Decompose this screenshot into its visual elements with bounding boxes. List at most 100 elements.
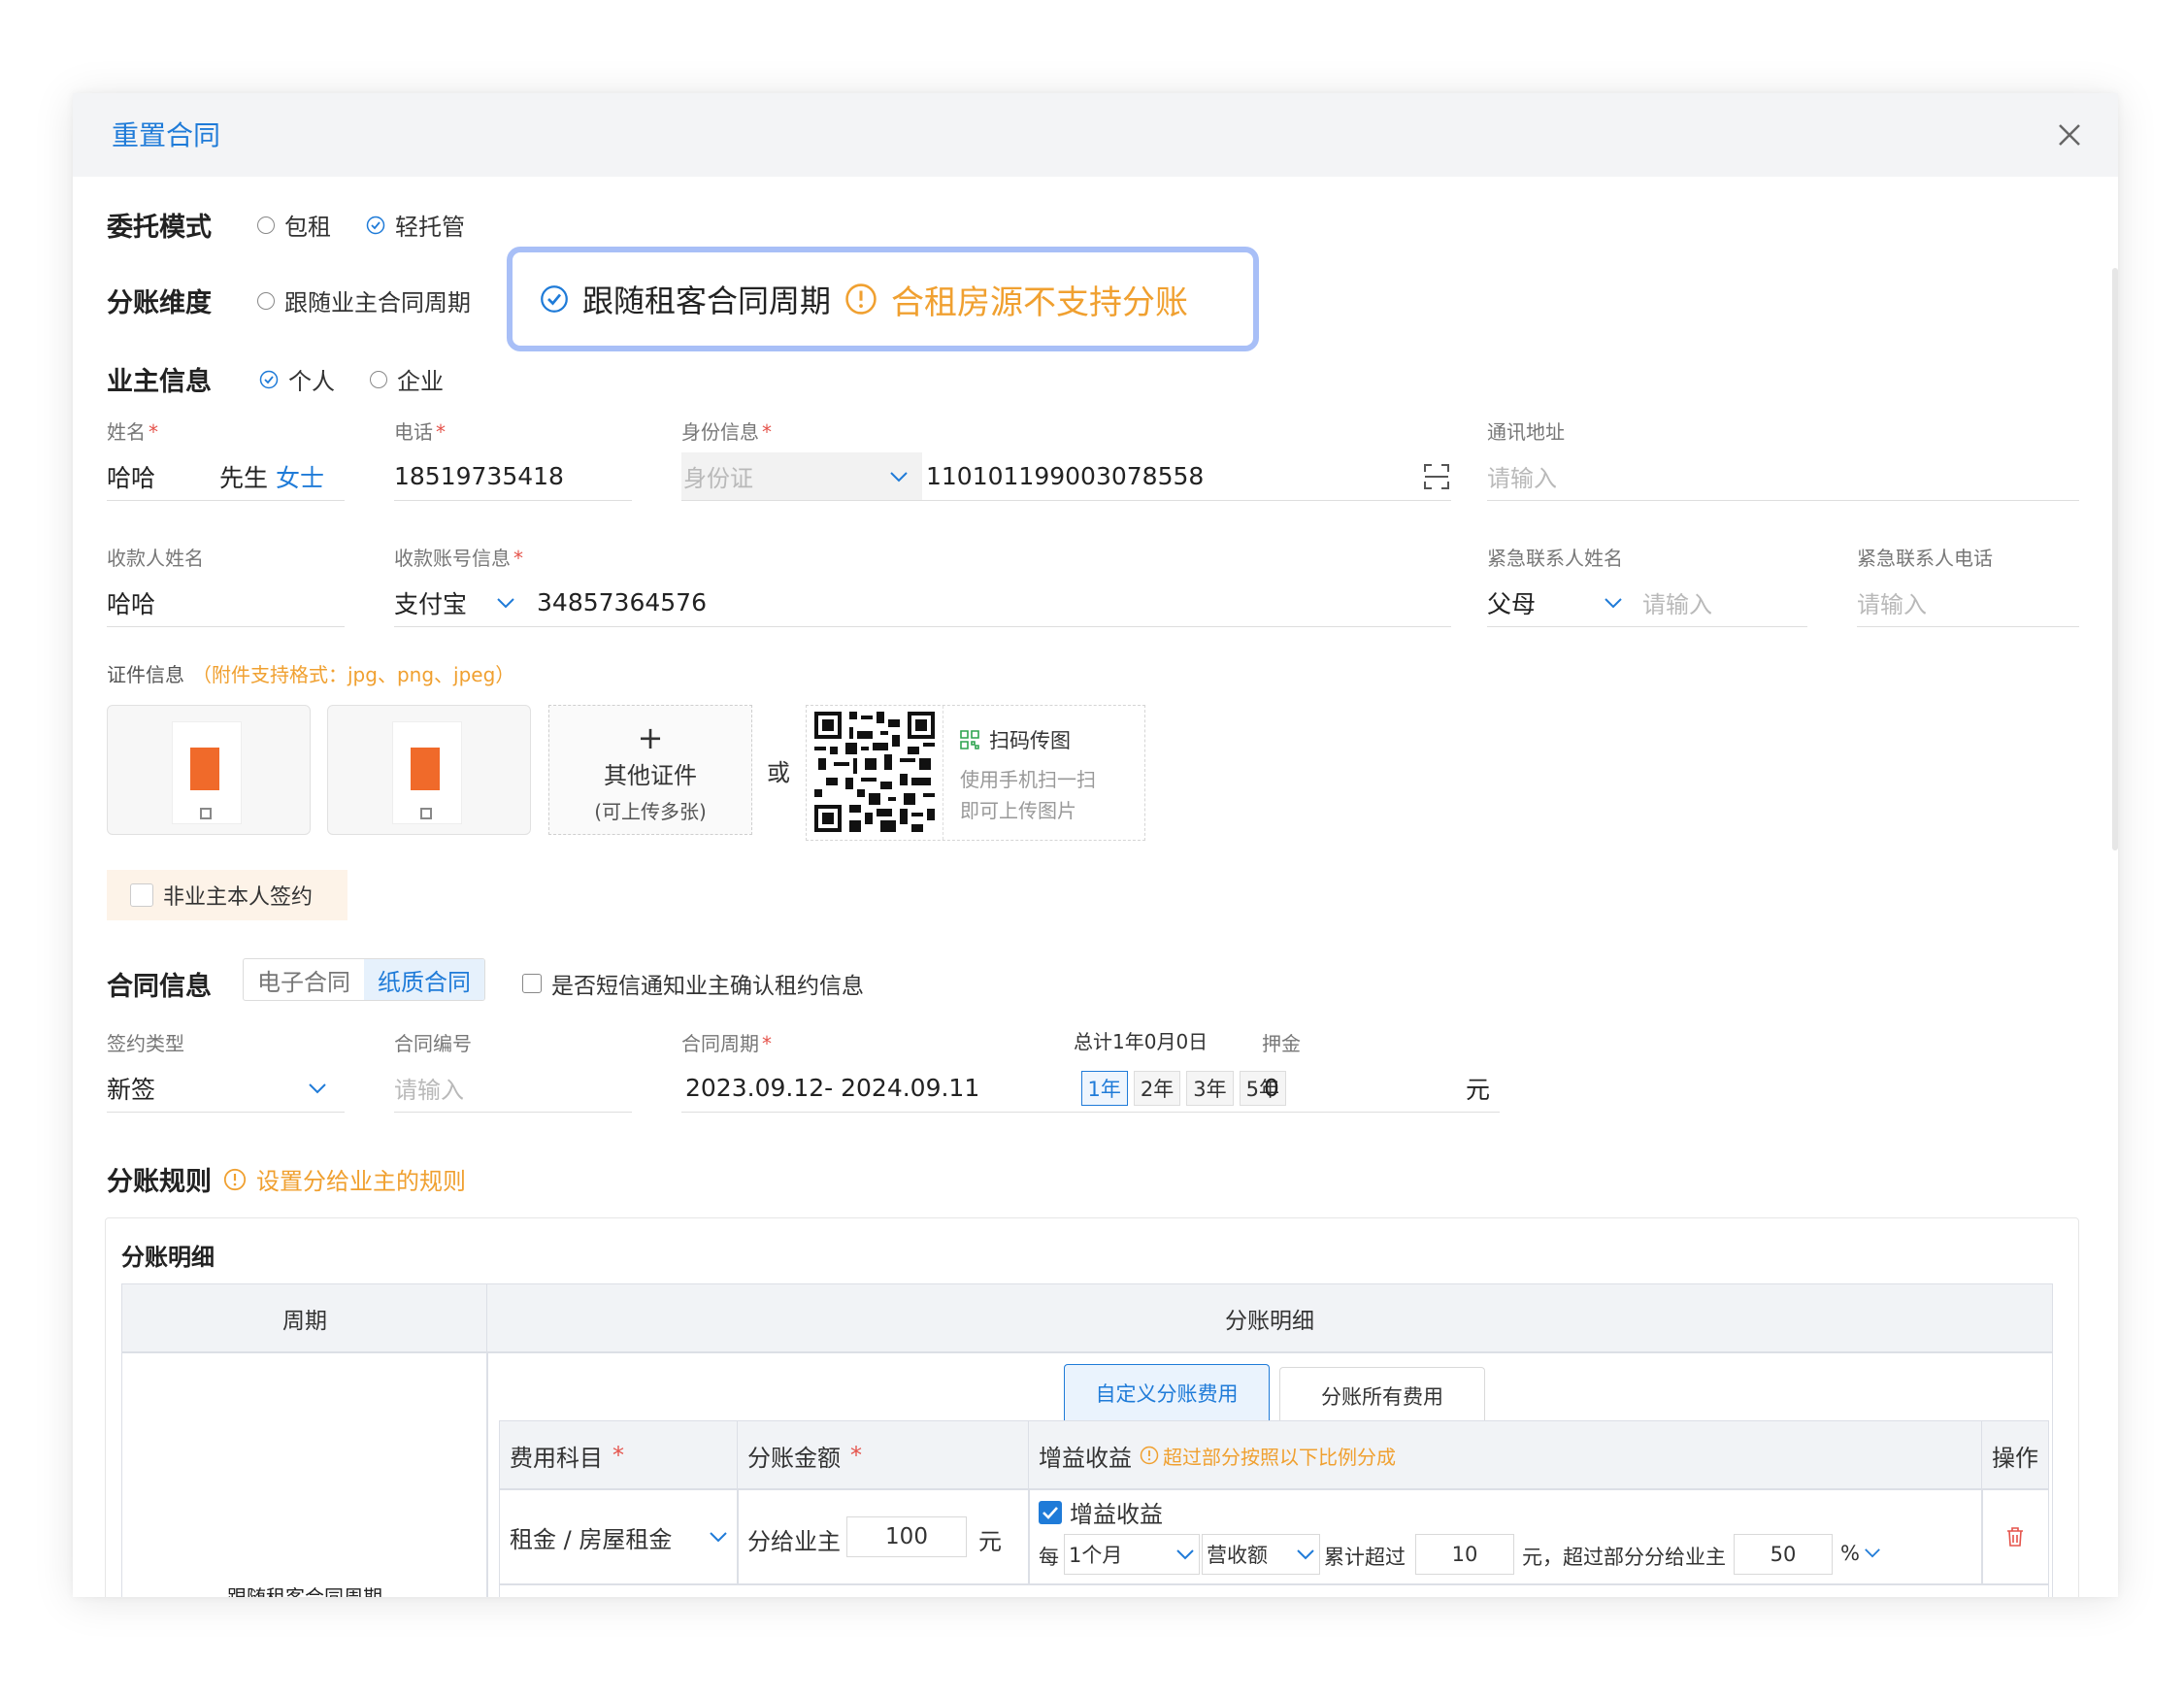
non-owner-sign-checkbox[interactable]: 非业主本人签约 — [107, 870, 347, 920]
entrust-label: 委托模式 — [107, 213, 212, 243]
id-photo-back[interactable] — [327, 705, 531, 835]
radio-icon — [257, 216, 275, 234]
split-detail-title: 分账明细 — [121, 1244, 215, 1271]
follow-tenant-label: 跟随租客合同周期 — [582, 283, 832, 319]
tab-paper-contract[interactable]: 纸质合同 — [364, 959, 484, 1000]
dialog-header: 重置合同 — [73, 93, 2118, 177]
basis-select[interactable]: 营收额 — [1202, 1534, 1320, 1575]
tab-custom-split[interactable]: 自定义分账费用 — [1064, 1364, 1270, 1420]
qr-mini-icon — [420, 808, 432, 819]
amount-cell: 分给业主 100 元 — [737, 1488, 1030, 1585]
split-rules-hint: 设置分给业主的规则 — [223, 1162, 466, 1196]
name-label: 姓名 * — [107, 420, 158, 444]
warning-icon — [845, 283, 877, 315]
scan-line-2: 即可上传图片 — [960, 799, 1076, 822]
col-detail-header: 分账明细 — [486, 1283, 2053, 1353]
chevron-down-icon — [309, 1082, 326, 1093]
radio-baozu[interactable]: 包租 — [257, 208, 331, 242]
deposit-label: 押金 — [1262, 1032, 1301, 1055]
upload-other-docs[interactable]: + 其他证件 (可上传多张) — [548, 705, 752, 835]
amount-input[interactable]: 100 — [846, 1516, 967, 1557]
chevron-down-icon — [1297, 1549, 1314, 1560]
emergency-name-field[interactable]: 父母 请输入 — [1487, 579, 1807, 627]
photo-preview — [172, 721, 242, 824]
split-rules-label: 分账规则 — [107, 1167, 212, 1197]
scrollbar[interactable] — [2112, 268, 2118, 850]
contract-number-label: 合同编号 — [394, 1032, 472, 1055]
gender-female[interactable]: 女士 — [276, 459, 324, 494]
radio-icon — [370, 370, 387, 388]
phone-label: 电话 * — [394, 420, 446, 444]
warning-icon — [1140, 1446, 1159, 1465]
contract-number-field[interactable]: 请输入 — [394, 1064, 632, 1113]
gain-cell: 增益收益 每 1个月 营收额 累计超过 10 元，超过部分分给业主 50 % — [1028, 1488, 1983, 1585]
period-select[interactable]: 1个月 — [1064, 1534, 1200, 1575]
scan-upload-box[interactable]: 扫码传图 使用手机扫一扫 即可上传图片 — [806, 705, 1145, 841]
detail-cell: 自定义分账费用 分账所有费用 费用科目 * 分账金额 * 增益收益 超过部分按照以下… — [486, 1351, 2053, 1597]
gain-checkbox[interactable]: 增益收益 — [1039, 1495, 1163, 1529]
col-period-header: 周期 — [121, 1283, 488, 1353]
contract-period-label: 合同周期 * — [681, 1032, 772, 1055]
scan-line-1: 使用手机扫一扫 — [960, 768, 1096, 791]
chevron-down-icon[interactable] — [1604, 597, 1623, 609]
close-icon[interactable] — [2055, 120, 2084, 150]
id-type-select[interactable]: 身份证 — [681, 452, 922, 501]
phone-field[interactable]: 18519735418 — [394, 452, 632, 501]
period-cell: 跟随租客合同周期 — [121, 1351, 488, 1597]
radio-qingtuoguan[interactable]: 轻托管 — [366, 208, 465, 242]
emergency-phone-label: 紧急联系人电话 — [1857, 547, 1993, 570]
year-2-button[interactable]: 2年 — [1133, 1070, 1181, 1106]
th-amount: 分账金额 * — [737, 1420, 1030, 1490]
year-1-button[interactable]: 1年 — [1080, 1070, 1128, 1106]
chevron-down-icon[interactable] — [496, 597, 515, 609]
tab-electronic-contract[interactable]: 电子合同 — [244, 959, 364, 1000]
radio-enterprise[interactable]: 企业 — [370, 362, 444, 396]
id-number-field[interactable]: 110101199003078558 — [922, 452, 1451, 501]
contract-period-field[interactable]: 2023.09.12- 2024.09.11 1年 2年 3年 5年 — [681, 1064, 1286, 1113]
payee-field[interactable]: 哈哈 — [107, 579, 345, 627]
address-label: 通讯地址 — [1487, 420, 1565, 444]
sign-type-select[interactable]: 新签 — [107, 1064, 345, 1113]
follow-tenant-highlight[interactable]: 跟随租客合同周期 合租房源不支持分账 — [507, 247, 1259, 351]
or-text: 或 — [767, 759, 790, 786]
exceed-input[interactable]: 10 — [1415, 1534, 1514, 1575]
exceed-text: 累计超过 — [1324, 1546, 1406, 1569]
trash-icon[interactable] — [2005, 1526, 2025, 1548]
account-field[interactable]: 支付宝 34857364576 — [394, 579, 1451, 627]
percent-sign: % — [1840, 1542, 1860, 1565]
reset-contract-dialog: 重置合同 委托模式 包租 轻托管 分账维度 跟随业主合同周期 跟随租客合同周期 … — [73, 93, 2118, 1597]
emergency-phone-field[interactable]: 请输入 — [1857, 579, 2079, 627]
account-label: 收款账号信息 * — [394, 547, 523, 570]
qr-mini-icon — [200, 808, 212, 819]
split-detail-card: 分账明细 周期 分账明细 跟随租客合同周期 自定义分账费用 分账所有费用 费用科… — [105, 1217, 2079, 1597]
deposit-field[interactable]: 0 元 — [1262, 1064, 1500, 1113]
chevron-down-icon[interactable] — [1864, 1548, 1881, 1558]
sms-notify-checkbox[interactable]: 是否短信通知业主确认租约信息 — [522, 967, 864, 1000]
account-type-select[interactable]: 支付宝 — [394, 585, 467, 620]
owner-info-label: 业主信息 — [107, 367, 212, 397]
radio-personal[interactable]: 个人 — [259, 362, 335, 396]
contract-type-toggle: 电子合同 纸质合同 — [243, 958, 485, 1001]
radio-icon — [257, 291, 275, 310]
chevron-down-icon — [1176, 1549, 1194, 1560]
gender-male[interactable]: 先生 — [219, 459, 268, 494]
tab-split-all[interactable]: 分账所有费用 — [1279, 1367, 1485, 1423]
th-gain: 增益收益 超过部分按照以下比例分成 — [1028, 1420, 1983, 1490]
docs-label-row: 证件信息 （附件支持格式：jpg、png、jpeg） — [107, 663, 515, 686]
scan-title-row: 扫码传图 — [960, 725, 1071, 754]
check-circle-icon — [259, 370, 279, 388]
year-3-button[interactable]: 3年 — [1186, 1070, 1234, 1106]
contract-info-label: 合同信息 — [107, 972, 212, 1002]
relation-select[interactable]: 父母 — [1487, 585, 1536, 620]
percent-input[interactable]: 50 — [1734, 1534, 1833, 1575]
emergency-name-label: 紧急联系人姓名 — [1487, 547, 1623, 570]
item-select[interactable]: 租金 / 房屋租金 — [499, 1488, 739, 1585]
scan-icon[interactable] — [1422, 462, 1451, 491]
name-field[interactable]: 哈哈 先生 女士 — [107, 452, 345, 501]
id-photo-front[interactable] — [107, 705, 311, 835]
radio-follow-owner[interactable]: 跟随业主合同周期 — [257, 283, 471, 317]
qr-small-icon — [960, 730, 979, 749]
address-field[interactable]: 请输入 — [1487, 452, 2079, 501]
next-row — [499, 1583, 2049, 1597]
checkbox-icon — [130, 883, 153, 907]
